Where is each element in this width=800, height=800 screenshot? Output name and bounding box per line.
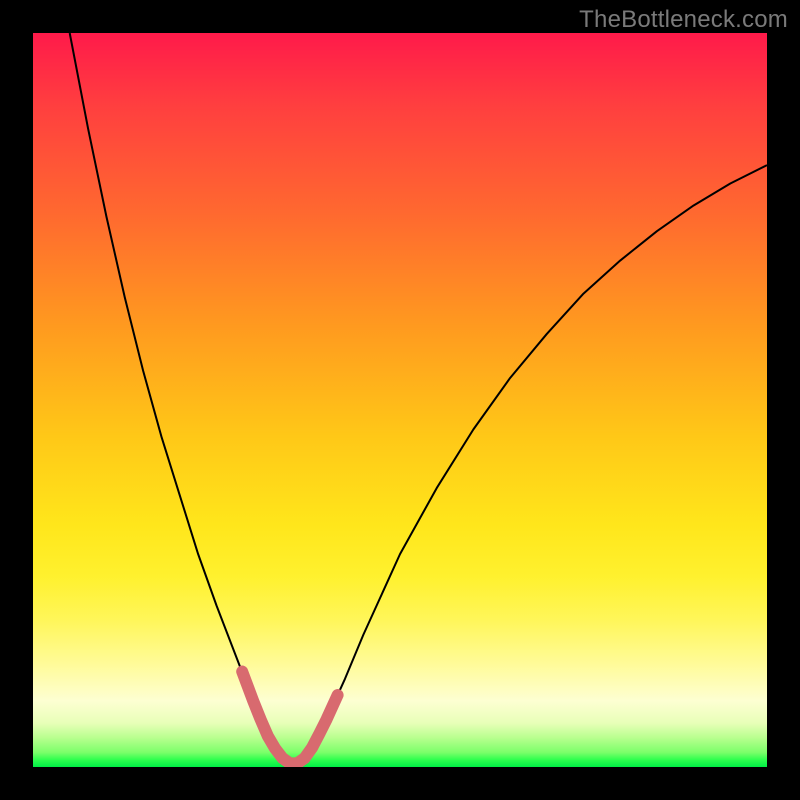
series-bottleneck-curve [70, 33, 767, 763]
series-group [70, 33, 767, 763]
series-optimal-band-marker [242, 672, 337, 764]
chart-plot-area [33, 33, 767, 767]
chart-frame: TheBottleneck.com [0, 0, 800, 800]
watermark-text: TheBottleneck.com [579, 6, 788, 34]
chart-svg [33, 33, 767, 767]
